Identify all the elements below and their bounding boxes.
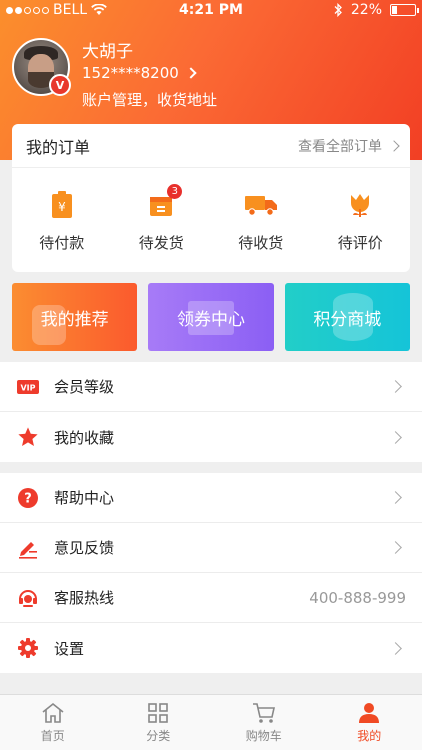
tab-bar: 首页 分类 购物车 我的 [0,694,422,750]
star-icon [16,425,40,449]
status-bar: BELL 4:21 PM 22% [0,0,422,22]
truck-icon [244,188,278,222]
user-icon [359,702,380,723]
promo-label: 积分商城 [313,309,382,330]
tab-cart[interactable]: 购物车 [211,695,317,750]
gear-icon [16,636,40,660]
chevron-right-icon [389,491,402,504]
menu-item-label: 我的收藏 [54,428,115,447]
phone-number: 152****8200 [82,64,179,82]
menu-item-label: 帮助中心 [54,489,115,507]
points-mall-button[interactable]: 积分商城 [284,283,410,351]
tab-label: 首页 [40,728,65,743]
chevron-right-icon [185,67,197,79]
menu-item-label: 会员等级 [54,378,115,396]
payment-icon: ¥ [45,188,79,222]
vip-badge-icon: V [49,74,71,96]
menu-item-member-level[interactable]: VIP 会员等级 [0,362,422,412]
orders-card: 我的订单 查看全部订单 ¥ 待付款 3 待发货 待收货 待评价 [12,124,410,272]
phone-link[interactable]: 152****8200 [82,64,197,82]
grid-icon [148,702,169,723]
battery-icon [390,4,419,16]
vip-icon: VIP [16,375,40,399]
my-recommendations-button[interactable]: 我的推荐 [12,283,138,351]
svg-text:?: ? [24,491,32,506]
username: 大胡子 [82,42,133,62]
chevron-right-icon [389,541,402,554]
tab-label: 我的 [357,728,382,743]
menu-item-favorites[interactable]: 我的收藏 [0,412,422,462]
bluetooth-icon [334,3,342,17]
battery-percent: 22% [350,2,382,18]
service-menu: ? 帮助中心 意见反馈 客服热线 400-888-999 设置 [0,473,422,673]
order-status-pending-shipment[interactable]: 3 待发货 [112,168,212,272]
order-status-pending-receipt[interactable]: 待收货 [211,168,311,272]
svg-text:¥: ¥ [58,200,66,214]
view-all-orders-link[interactable]: 查看全部订单 [298,136,400,156]
feedback-icon [16,536,40,560]
menu-item-settings[interactable]: 设置 [0,623,422,673]
promo-row: 我的推荐 领券中心 积分商城 [12,283,410,351]
account-management-link[interactable]: 账户管理，收货地址 [82,89,217,110]
orders-title: 我的订单 [26,137,91,157]
cart-icon [252,702,275,723]
home-icon [42,702,64,723]
promo-label: 我的推荐 [40,309,109,330]
tab-profile[interactable]: 我的 [317,695,422,750]
chevron-right-icon [389,380,402,393]
hotline-number: 400-888-999 [309,588,406,607]
chevron-right-icon [389,430,402,444]
tab-label: 购物车 [245,728,282,743]
coupon-center-button[interactable]: 领券中心 [148,283,274,351]
orders-header: 我的订单 查看全部订单 [12,124,410,168]
package-icon: 3 [144,183,183,222]
menu-item-label: 意见反馈 [54,539,115,557]
chevron-right-icon [388,139,400,152]
menu-item-label: 设置 [54,639,85,658]
order-status-label: 待收货 [238,233,284,252]
order-status-label: 待发货 [138,233,184,252]
order-status-pending-review[interactable]: 待评价 [311,168,411,272]
svg-text:VIP: VIP [20,383,35,392]
pending-shipment-badge: 3 [167,183,183,199]
view-all-label: 查看全部订单 [298,138,382,155]
headset-icon [16,586,40,610]
flower-icon [343,188,377,222]
order-status-label: 待付款 [39,233,85,252]
menu-item-hotline[interactable]: 客服热线 400-888-999 [0,573,422,623]
order-status-pending-payment[interactable]: ¥ 待付款 [12,168,112,272]
order-status-label: 待评价 [337,233,383,252]
member-menu: VIP 会员等级 我的收藏 [0,362,422,462]
menu-item-feedback[interactable]: 意见反馈 [0,523,422,573]
promo-label: 领券中心 [176,309,245,330]
tab-categories[interactable]: 分类 [106,695,212,750]
tab-label: 分类 [146,728,171,743]
menu-item-label: 客服热线 [54,589,115,607]
help-icon: ? [16,486,40,510]
tab-home[interactable]: 首页 [0,695,106,750]
menu-item-help-center[interactable]: ? 帮助中心 [0,473,422,523]
chevron-right-icon [389,641,402,655]
